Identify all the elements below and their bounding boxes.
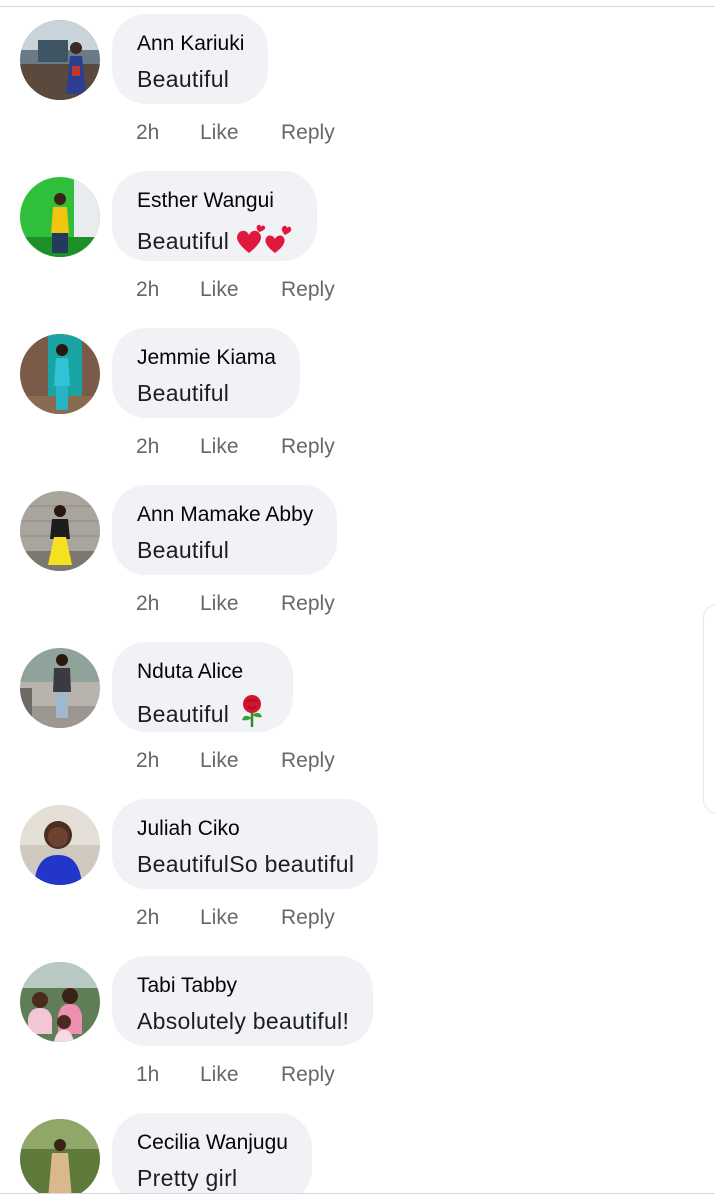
comment-timestamp[interactable]: 2h	[136, 120, 159, 146]
like-button[interactable]: Like	[200, 905, 239, 931]
comment-item: Ann Mamake Abby Beautiful 2h Like Reply	[0, 479, 715, 636]
avatar[interactable]	[20, 805, 100, 885]
comment-bubble: Esther Wangui Beautiful	[112, 171, 318, 261]
reply-button[interactable]: Reply	[281, 120, 335, 146]
comment-item: Ann Kariuki Beautiful 2h Like Reply	[0, 8, 715, 165]
like-button[interactable]: Like	[200, 1062, 239, 1088]
comment-bubble: Cecilia Wanjugu Pretty girl	[112, 1113, 312, 1193]
comment-item: Juliah Ciko BeautifulSo beautiful 2h Lik…	[0, 793, 715, 950]
comment-author[interactable]: Nduta Alice	[137, 660, 269, 684]
comment-author[interactable]: Esther Wangui	[137, 189, 293, 213]
comment-item: Nduta Alice Beautiful 2h Like Reply	[0, 636, 715, 793]
avatar[interactable]	[20, 491, 100, 571]
comment-bubble: Ann Mamake Abby Beautiful	[112, 485, 338, 575]
comment-text: Beautiful	[137, 223, 293, 260]
comment-text: Beautiful	[137, 694, 269, 733]
reply-button[interactable]: Reply	[281, 748, 335, 774]
bottom-divider	[0, 1193, 715, 1194]
comment-timestamp[interactable]: 2h	[136, 748, 159, 774]
avatar[interactable]	[20, 962, 100, 1042]
avatar[interactable]	[20, 20, 100, 100]
reply-button[interactable]: Reply	[281, 277, 335, 303]
avatar[interactable]	[20, 1119, 100, 1193]
comment-item: Tabi Tabby Absolutely beautiful! 1h Like…	[0, 950, 715, 1107]
comment-author[interactable]: Cecilia Wanjugu	[137, 1131, 288, 1155]
like-button[interactable]: Like	[200, 434, 239, 460]
comment-item: Cecilia Wanjugu Pretty girl	[0, 1107, 715, 1193]
reply-button[interactable]: Reply	[281, 905, 335, 931]
floating-panel-edge	[703, 604, 715, 814]
comment-timestamp[interactable]: 2h	[136, 277, 159, 303]
top-divider	[0, 6, 715, 7]
comment-author[interactable]: Ann Mamake Abby	[137, 503, 313, 527]
reply-button[interactable]: Reply	[281, 591, 335, 617]
comment-item: Jemmie Kiama Beautiful 2h Like Reply	[0, 322, 715, 479]
avatar[interactable]	[20, 334, 100, 414]
like-button[interactable]: Like	[200, 748, 239, 774]
comment-bubble: Ann Kariuki Beautiful	[112, 14, 269, 104]
avatar[interactable]	[20, 177, 100, 257]
comment-bubble: Nduta Alice Beautiful	[112, 642, 294, 733]
reply-button[interactable]: Reply	[281, 1062, 335, 1088]
comment-bubble: Jemmie Kiama Beautiful	[112, 328, 300, 418]
comment-text: Beautiful	[137, 537, 230, 563]
comment-timestamp[interactable]: 2h	[136, 591, 159, 617]
like-button[interactable]: Like	[200, 120, 239, 146]
comment-text: BeautifulSo beautiful	[137, 851, 355, 877]
comment-text: Beautiful	[137, 66, 230, 92]
comment-bubble: Tabi Tabby Absolutely beautiful!	[112, 956, 374, 1046]
like-button[interactable]: Like	[200, 277, 239, 303]
comment-timestamp[interactable]: 1h	[136, 1062, 159, 1088]
heart-emoji-icon	[235, 223, 293, 260]
comment-timestamp[interactable]: 2h	[136, 905, 159, 931]
comment-text: Absolutely beautiful!	[137, 1008, 350, 1034]
avatar[interactable]	[20, 648, 100, 728]
comment-author[interactable]: Jemmie Kiama	[137, 346, 276, 370]
comment-author[interactable]: Ann Kariuki	[137, 32, 244, 56]
comment-text: Pretty girl	[137, 1165, 238, 1191]
comment-text: Beautiful	[137, 380, 230, 406]
like-button[interactable]: Like	[200, 591, 239, 617]
comment-item: Esther Wangui Beautiful 2h Like Reply	[0, 165, 715, 322]
rose-emoji-icon	[235, 694, 269, 733]
comment-author[interactable]: Juliah Ciko	[137, 817, 354, 841]
comment-bubble: Juliah Ciko BeautifulSo beautiful	[112, 799, 379, 889]
comment-author[interactable]: Tabi Tabby	[137, 974, 349, 998]
comment-timestamp[interactable]: 2h	[136, 434, 159, 460]
reply-button[interactable]: Reply	[281, 434, 335, 460]
